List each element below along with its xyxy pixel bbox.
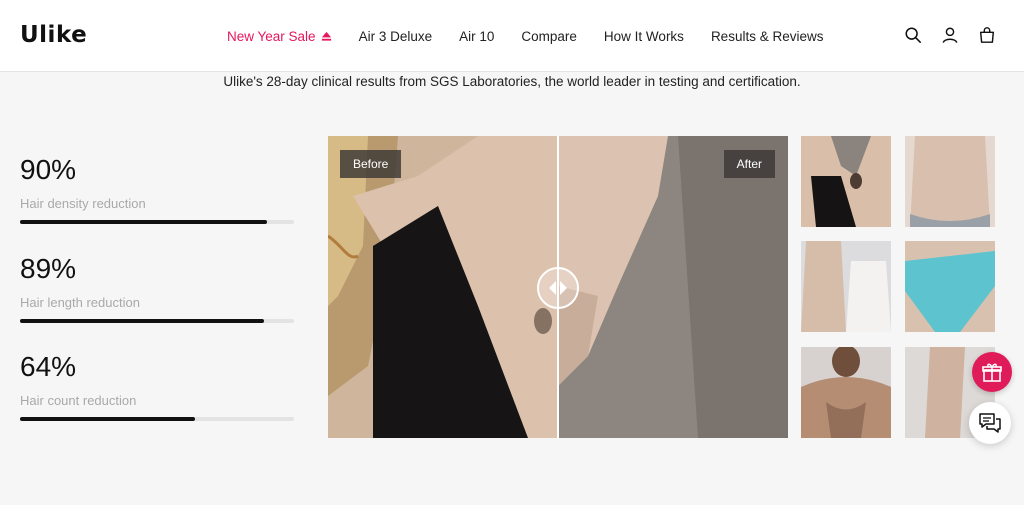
before-label: Before — [340, 150, 402, 178]
account-icon[interactable] — [941, 26, 959, 44]
progress-fill — [20, 319, 264, 323]
thumbnail-torso[interactable] — [905, 136, 995, 227]
nav-item-air-10[interactable]: Air 10 — [459, 29, 494, 44]
thumbnail-arm[interactable] — [801, 241, 891, 332]
left-right-arrows-icon — [549, 281, 567, 295]
before-image: Before — [328, 136, 558, 438]
stat-value: 64% — [20, 351, 77, 382]
clinical-results-subtitle: Ulike's 28-day clinical results from SGS… — [223, 74, 801, 89]
thumbnail-arm-image — [801, 241, 891, 332]
stat-hair-length: 89% Hair length reduction — [20, 255, 294, 323]
nav-item-label: New Year Sale — [227, 29, 316, 44]
progress-fill — [20, 220, 267, 224]
progress-track — [20, 319, 294, 323]
chat-button[interactable] — [969, 402, 1011, 444]
brand-logo[interactable]: Ulike — [20, 22, 87, 48]
stat-hair-density: 90% Hair density reduction — [20, 156, 294, 224]
thumbnail-underarm[interactable] — [801, 136, 891, 227]
chat-icon — [979, 413, 1001, 433]
after-image: After — [558, 136, 788, 438]
stat-value: 90% — [20, 154, 77, 185]
thumbnail-bikini[interactable] — [905, 241, 995, 332]
thumbnail-chest-image — [801, 347, 891, 438]
thumbnail-chest[interactable] — [801, 347, 891, 438]
header-actions — [904, 26, 996, 44]
thumbnail-underarm-image — [801, 136, 891, 227]
before-photo — [328, 136, 558, 438]
progress-track — [20, 220, 294, 224]
stat-label: Hair length reduction — [20, 295, 140, 310]
nav-item-new-year-sale[interactable]: New Year Sale — [227, 29, 332, 44]
nav-item-compare[interactable]: Compare — [521, 29, 577, 44]
site-header: Ulike New Year Sale Air 3 Deluxe Air 10 … — [0, 0, 1024, 72]
stat-label: Hair density reduction — [20, 196, 146, 211]
after-label: After — [723, 150, 775, 178]
progress-fill — [20, 417, 196, 421]
progress-track — [20, 417, 294, 421]
slider-handle[interactable] — [537, 267, 579, 309]
stat-label: Hair count reduction — [20, 393, 137, 408]
after-photo — [558, 136, 788, 438]
cart-icon[interactable] — [978, 26, 996, 44]
stat-value: 89% — [20, 253, 77, 284]
nav-item-air-3-deluxe[interactable]: Air 3 Deluxe — [359, 29, 433, 44]
thumbnail-torso-image — [905, 136, 995, 227]
main-nav: New Year Sale Air 3 Deluxe Air 10 Compar… — [227, 29, 850, 44]
nav-item-how-it-works[interactable]: How It Works — [604, 29, 684, 44]
thumbnail-bikini-image — [905, 241, 995, 332]
eject-triangle-icon — [321, 31, 331, 41]
gift-icon — [982, 363, 1002, 382]
search-icon[interactable] — [904, 26, 922, 44]
gift-button[interactable] — [972, 352, 1012, 392]
nav-item-results-reviews[interactable]: Results & Reviews — [711, 29, 824, 44]
stat-hair-count: 64% Hair count reduction — [20, 353, 294, 421]
before-after-slider[interactable]: Before After — [328, 136, 788, 438]
